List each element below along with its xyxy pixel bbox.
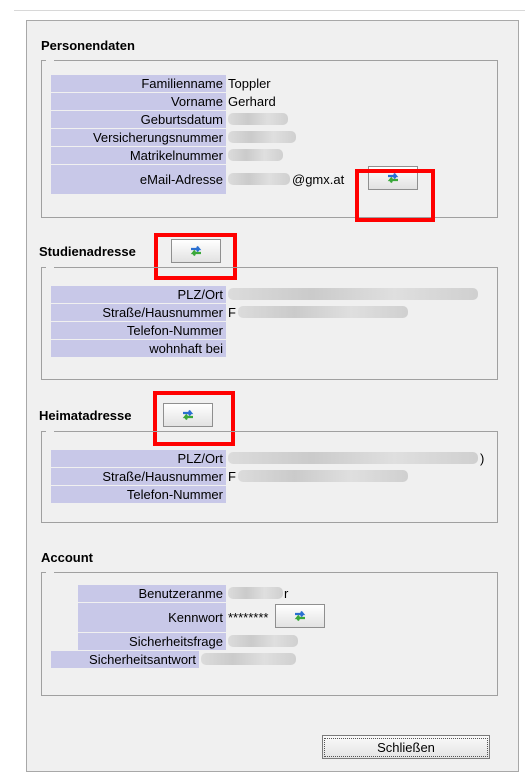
blurred-value [237, 306, 408, 318]
row-sicherheitsfrage: Sicherheitsfrage [42, 632, 298, 650]
label-sicherheitsantwort: Sicherheitsantwort [51, 650, 199, 668]
value-kennwort: ******** [228, 609, 269, 625]
row-matrikelnummer: Matrikelnummer [42, 146, 283, 164]
label-wohnhaft-bei: wohnhaft bei [51, 339, 226, 357]
blurred-value [228, 587, 283, 599]
row-kennwort: Kennwort ******** [42, 602, 268, 632]
label-versicherungsnummer: Versicherungsnummer [51, 128, 226, 146]
label-benutzername: Benutzeranme [78, 584, 226, 602]
row-telefon: Telefon-Nummer [42, 321, 228, 339]
blurred-value [237, 470, 408, 482]
label-heimat-plz-ort: PLZ/Ort [51, 449, 226, 467]
highlight-email-refresh [355, 169, 435, 222]
row-heimat-strasse: Straße/Hausnummer F [42, 467, 408, 485]
group-account: Benutzeranme r Kennwort ******** Sicherh… [41, 572, 498, 696]
blurred-value [228, 149, 283, 161]
row-vorname: Vorname Gerhard [42, 92, 276, 110]
refresh-arrows-icon [294, 610, 306, 622]
row-heimat-telefon: Telefon-Nummer [42, 485, 228, 503]
row-sicherheitsantwort: Sicherheitsantwort [42, 650, 296, 668]
value-heimat-strasse-initial: F [228, 468, 236, 484]
section-title-account: Account [41, 550, 93, 565]
value-email-domain: @gmx.at [292, 171, 345, 187]
row-plz-ort: PLZ/Ort [42, 285, 478, 303]
row-geburtsdatum: Geburtsdatum [42, 110, 288, 128]
label-telefon: Telefon-Nummer [51, 321, 226, 339]
label-email: eMail-Adresse [51, 164, 226, 194]
row-benutzername: Benutzeranme r [42, 584, 288, 602]
label-strasse: Straße/Hausnummer [51, 303, 226, 321]
row-familienname: Familienname Toppler [42, 74, 271, 92]
blurred-value [228, 173, 290, 185]
value-telefon [226, 322, 228, 339]
value-wohnhaft-bei [226, 340, 228, 357]
label-vorname: Vorname [51, 92, 226, 110]
kennwort-refresh-button[interactable] [275, 604, 325, 628]
value-heimat-telefon [226, 486, 228, 503]
label-matrikelnummer: Matrikelnummer [51, 146, 226, 164]
section-title-heimatadresse: Heimatadresse [39, 408, 132, 423]
close-button[interactable]: Schließen [322, 735, 490, 759]
top-divider [14, 10, 525, 11]
label-plz-ort: PLZ/Ort [51, 285, 226, 303]
label-kennwort: Kennwort [78, 602, 226, 632]
group-studienadresse: PLZ/Ort Straße/Hausnummer F Telefon-Numm… [41, 267, 498, 380]
blurred-value [228, 288, 478, 300]
value-benutzername-suffix: r [284, 585, 289, 601]
row-email: eMail-Adresse @gmx.at [42, 164, 344, 194]
label-familienname: Familienname [51, 74, 226, 92]
row-heimat-plz-ort: PLZ/Ort ) [42, 449, 484, 467]
label-heimat-telefon: Telefon-Nummer [51, 485, 226, 503]
row-versicherungsnummer: Versicherungsnummer [42, 128, 296, 146]
label-geburtsdatum: Geburtsdatum [51, 110, 226, 128]
blurred-value [228, 131, 296, 143]
label-heimat-strasse: Straße/Hausnummer [51, 467, 226, 485]
value-vorname: Gerhard [228, 93, 276, 109]
label-sicherheitsfrage: Sicherheitsfrage [78, 632, 226, 650]
blurred-value [228, 113, 288, 125]
value-heimat-plz-suffix: ) [480, 450, 485, 466]
value-strasse-initial: F [228, 304, 236, 320]
value-familienname: Toppler [228, 75, 271, 91]
section-title-personendaten: Personendaten [41, 38, 135, 53]
row-strasse: Straße/Hausnummer F [42, 303, 408, 321]
blurred-value [228, 452, 478, 464]
section-title-studienadresse: Studienadresse [39, 244, 136, 259]
blurred-value [201, 653, 296, 665]
group-heimatadresse: PLZ/Ort ) Straße/Hausnummer F Telefon-Nu… [41, 431, 498, 523]
row-wohnhaft-bei: wohnhaft bei [42, 339, 228, 357]
close-button-label: Schließen [324, 737, 488, 757]
dialog-panel: Personendaten Familienname Toppler Vorna… [26, 20, 519, 772]
blurred-value [228, 635, 298, 647]
